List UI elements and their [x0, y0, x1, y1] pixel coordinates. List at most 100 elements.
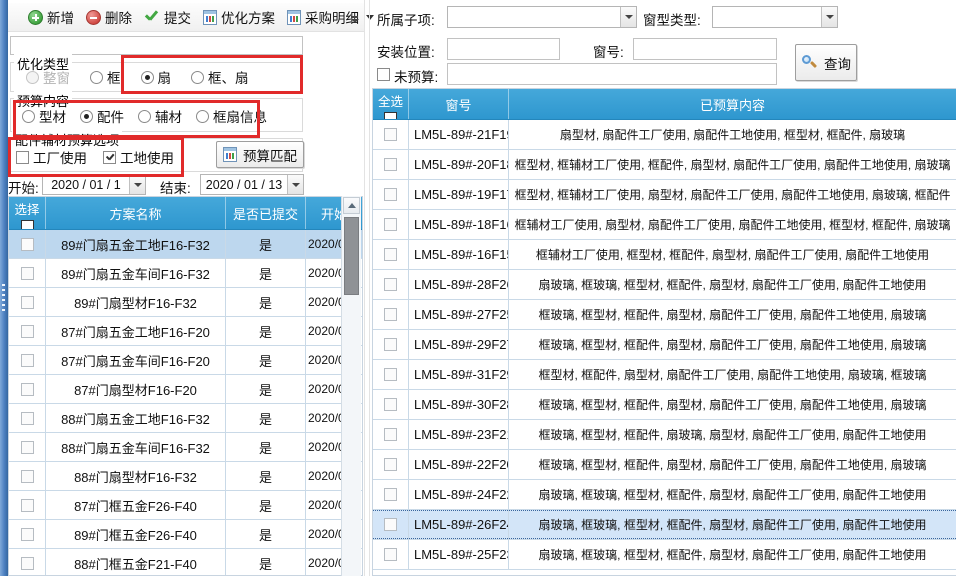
plan-table-scrollbar[interactable] [341, 196, 361, 576]
submit-button[interactable]: 提交 [138, 3, 197, 31]
end-date-caret-icon[interactable] [287, 175, 303, 194]
window-select-all-checkbox[interactable] [384, 112, 397, 119]
window-table-row[interactable]: LM5L-89#-16F15框辅材工厂使用, 框型材, 框配件, 扇型材, 扇配… [373, 240, 956, 270]
plan-name-cell[interactable]: 87#门扇型材F16-F20 [46, 375, 226, 403]
row-checkbox[interactable] [21, 557, 34, 570]
panel-splitter[interactable] [364, 0, 365, 576]
window-no-cell[interactable]: LM5L-89#-28F26 [409, 270, 509, 299]
window-table-row[interactable]: LM5L-89#-20F18框型材, 框辅材工厂使用, 框配件, 扇型材, 扇配… [373, 150, 956, 180]
row-checkbox[interactable] [384, 188, 397, 201]
plan-search-input[interactable] [10, 36, 303, 55]
row-checkbox[interactable] [21, 470, 34, 483]
optimize-plan-button[interactable]: 优化方案 [197, 3, 281, 31]
row-checkbox[interactable] [384, 338, 397, 351]
start-date-caret-icon[interactable] [129, 175, 145, 194]
row-checkbox[interactable] [384, 158, 397, 171]
window-table-row[interactable]: LM5L-89#-19F17框型材, 框辅材工厂使用, 扇型材, 扇配件工厂使用… [373, 180, 956, 210]
budget-content-radio-框扇信息[interactable]: 框扇信息 [196, 106, 267, 126]
checkbox-工地使用[interactable]: 工地使用 [103, 147, 174, 167]
radio-icon[interactable] [80, 110, 93, 123]
plan-submitted-header[interactable]: 是否已提交 [226, 197, 306, 229]
radio-icon[interactable] [191, 71, 204, 84]
plan-table-row[interactable]: 88#门框五金F21-F40是2020/0 [9, 549, 362, 576]
radio-icon[interactable] [141, 71, 154, 84]
window-table-row[interactable]: LM5L-89#-23F21框玻璃, 框型材, 框配件, 扇玻璃, 扇型材, 扇… [373, 420, 956, 450]
optimize-type-radio-框[interactable]: 框 [90, 67, 121, 87]
window-table-row[interactable]: LM5L-89#-30F28框玻璃, 框型材, 框配件, 扇型材, 扇配件工厂使… [373, 390, 956, 420]
window-table-row[interactable]: LM5L-89#-21F19扇型材, 扇配件工厂使用, 扇配件工地使用, 框型材… [373, 120, 956, 150]
window-no-cell[interactable]: LM5L-89#-25F23 [409, 540, 509, 569]
window-no-cell[interactable]: LM5L-89#-21F19 [409, 120, 509, 149]
plan-name-cell[interactable]: 89#门扇型材F16-F32 [46, 288, 226, 316]
window-no-cell[interactable]: LM5L-89#-22F20 [409, 450, 509, 479]
row-checkbox[interactable] [384, 128, 397, 141]
plan-table-row[interactable]: 87#门框五金F26-F40是2020/0 [9, 491, 362, 520]
plan-table-row[interactable]: 88#门扇五金工地F16-F32是2020/0 [9, 404, 362, 433]
plan-table-row[interactable]: 87#门扇型材F16-F20是2020/0 [9, 375, 362, 404]
budget-content-radio-型材[interactable]: 型材 [22, 106, 66, 126]
query-button[interactable]: 查询 [795, 44, 857, 81]
row-checkbox[interactable] [21, 441, 34, 454]
row-checkbox[interactable] [384, 308, 397, 321]
radio-icon[interactable] [138, 110, 151, 123]
row-checkbox[interactable] [384, 218, 397, 231]
window-table-row[interactable]: LM5L-89#-25F23扇玻璃, 框玻璃, 框型材, 框配件, 扇型材, 扇… [373, 540, 956, 570]
row-checkbox[interactable] [21, 267, 34, 280]
plan-table-row[interactable]: 88#门扇五金车间F16-F32是2020/0 [9, 433, 362, 462]
plan-table-row[interactable]: 87#门扇五金工地F16-F20是2020/0 [9, 317, 362, 346]
plan-name-cell[interactable]: 88#门扇五金工地F16-F32 [46, 404, 226, 432]
plan-name-cell[interactable]: 89#门扇五金工地F16-F32 [46, 230, 226, 258]
plan-name-cell[interactable]: 89#门框五金F26-F40 [46, 520, 226, 548]
start-date-picker[interactable]: 2020 / 01 / 1 [42, 174, 146, 195]
plan-name-cell[interactable]: 88#门扇型材F16-F32 [46, 462, 226, 490]
window-table-row[interactable]: LM5L-89#-31F29框型材, 框配件, 扇型材, 扇配件工厂使用, 扇配… [373, 360, 956, 390]
plan-select-all-checkbox[interactable] [21, 220, 34, 229]
row-checkbox[interactable] [384, 398, 397, 411]
no-budget-input[interactable] [447, 63, 777, 85]
window-table-row[interactable]: LM5L-89#-28F26扇玻璃, 框玻璃, 框型材, 框配件, 扇型材, 扇… [373, 270, 956, 300]
plan-name-cell[interactable]: 88#门框五金F21-F40 [46, 549, 226, 576]
toolbar-overflow-button[interactable] [347, 9, 362, 30]
window-no-cell[interactable]: LM5L-89#-24F22 [409, 480, 509, 509]
scroll-up-button[interactable] [343, 197, 360, 214]
plan-name-cell[interactable]: 87#门扇五金工地F16-F20 [46, 317, 226, 345]
radio-icon[interactable] [196, 110, 209, 123]
window-no-header[interactable]: 窗号 [409, 89, 509, 119]
delete-button[interactable]: 删除 [80, 3, 138, 31]
window-no-cell[interactable]: LM5L-89#-26F24 [409, 510, 509, 539]
no-budget-checkbox[interactable] [377, 68, 390, 81]
sub-item-select[interactable] [447, 6, 637, 28]
add-button[interactable]: 新增 [22, 3, 80, 31]
budget-content-header[interactable]: 已预算内容 [509, 89, 956, 119]
row-checkbox[interactable] [21, 296, 34, 309]
plan-name-cell[interactable]: 89#门扇五金车间F16-F32 [46, 259, 226, 287]
plan-table-row[interactable]: 89#门扇型材F16-F32是2020/0 [9, 288, 362, 317]
window-no-cell[interactable]: LM5L-89#-27F25 [409, 300, 509, 329]
purchase-detail-button[interactable]: 采购明细 [281, 3, 380, 31]
budget-match-button[interactable]: 预算匹配 [216, 141, 304, 168]
window-table-row[interactable]: LM5L-89#-27F25框玻璃, 框型材, 框配件, 扇型材, 扇配件工厂使… [373, 300, 956, 330]
row-checkbox[interactable] [21, 325, 34, 338]
window-table-row[interactable]: LM5L-89#-29F27框玻璃, 框型材, 框配件, 扇型材, 扇配件工厂使… [373, 330, 956, 360]
row-checkbox[interactable] [21, 383, 34, 396]
row-checkbox[interactable] [384, 548, 397, 561]
row-checkbox[interactable] [21, 499, 34, 512]
plan-table-row[interactable]: 87#门扇五金车间F16-F20是2020/0 [9, 346, 362, 375]
window-table-row[interactable]: LM5L-89#-24F22扇玻璃, 框玻璃, 框型材, 框配件, 扇型材, 扇… [373, 480, 956, 510]
budget-content-radio-配件[interactable]: 配件 [80, 106, 124, 126]
window-table-row[interactable]: LM5L-89#-26F24扇玻璃, 框玻璃, 框型材, 框配件, 扇型材, 扇… [373, 510, 956, 540]
window-no-cell[interactable]: LM5L-89#-16F15 [409, 240, 509, 269]
plan-table-row[interactable]: 89#门扇五金车间F16-F32是2020/0 [9, 259, 362, 288]
radio-icon[interactable] [22, 110, 35, 123]
row-checkbox[interactable] [384, 458, 397, 471]
row-checkbox[interactable] [21, 528, 34, 541]
window-type-caret-icon[interactable] [821, 7, 837, 27]
plan-name-header[interactable]: 方案名称 [46, 197, 226, 229]
row-checkbox[interactable] [384, 518, 397, 531]
optimize-type-radio-扇[interactable]: 扇 [141, 67, 172, 87]
checkbox-icon[interactable] [103, 151, 116, 164]
row-checkbox[interactable] [384, 428, 397, 441]
window-no-cell[interactable]: LM5L-89#-18F16 [409, 210, 509, 239]
window-no-cell[interactable]: LM5L-89#-30F28 [409, 390, 509, 419]
sub-item-caret-icon[interactable] [620, 7, 636, 27]
